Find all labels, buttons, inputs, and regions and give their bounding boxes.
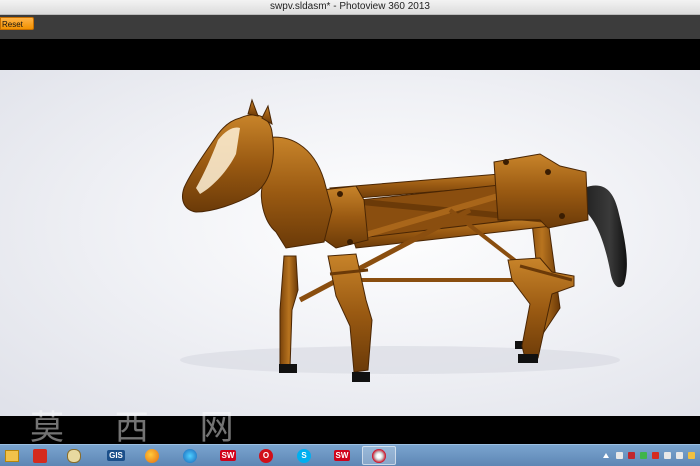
letterbox-bottom xyxy=(0,416,700,444)
taskbar: GIS SW O S SW xyxy=(0,444,700,466)
rear-hip-plate xyxy=(493,153,589,229)
toolbar: Reset xyxy=(0,15,700,39)
joint xyxy=(503,159,509,165)
solidworks-icon[interactable]: SW xyxy=(330,446,354,465)
skype-label: S xyxy=(297,448,311,463)
solidworks-icon[interactable]: SW xyxy=(216,446,240,465)
opera-label: O xyxy=(259,448,273,463)
hoof-front-far xyxy=(279,364,297,373)
letterbox-top xyxy=(0,39,700,70)
tray-network-icon[interactable] xyxy=(664,452,671,459)
network-icon[interactable] xyxy=(178,446,202,465)
ear xyxy=(247,98,259,117)
tail xyxy=(584,185,627,288)
horse-model-render xyxy=(180,98,627,382)
skype-icon[interactable]: S xyxy=(292,446,316,465)
paint-icon[interactable] xyxy=(62,446,86,465)
explorer-icon[interactable] xyxy=(0,446,24,465)
gis-label: GIS xyxy=(107,450,125,461)
tray-antivirus-icon[interactable] xyxy=(652,452,659,459)
hoof-front-near xyxy=(352,372,370,382)
opera-icon[interactable]: O xyxy=(254,446,278,465)
firefox-icon[interactable] xyxy=(140,446,164,465)
window-title: swpv.sldasm* - Photoview 360 2013 xyxy=(270,1,430,12)
render-viewport[interactable] xyxy=(0,70,700,416)
ground-shadow xyxy=(180,346,620,374)
hoof-rear-near xyxy=(518,354,538,363)
tray-app-icon[interactable] xyxy=(628,452,635,459)
tray-flag-icon[interactable] xyxy=(616,452,623,459)
joint xyxy=(545,169,551,175)
photoview-icon[interactable] xyxy=(362,446,396,465)
joint xyxy=(559,213,565,219)
reset-button[interactable]: Reset xyxy=(0,17,34,30)
joint xyxy=(337,191,343,197)
solidworks-label: SW xyxy=(333,450,351,461)
acdsee-icon[interactable] xyxy=(28,446,52,465)
tray-power-icon[interactable] xyxy=(688,452,695,459)
window-titlebar: swpv.sldasm* - Photoview 360 2013 xyxy=(0,0,700,15)
tray-shield-icon[interactable] xyxy=(640,452,647,459)
tray-volume-icon[interactable] xyxy=(676,452,683,459)
joint xyxy=(347,239,353,245)
gis-icon[interactable]: GIS xyxy=(104,446,128,465)
tray-arrow-icon[interactable] xyxy=(603,453,609,458)
solidworks-label: SW xyxy=(219,450,237,461)
